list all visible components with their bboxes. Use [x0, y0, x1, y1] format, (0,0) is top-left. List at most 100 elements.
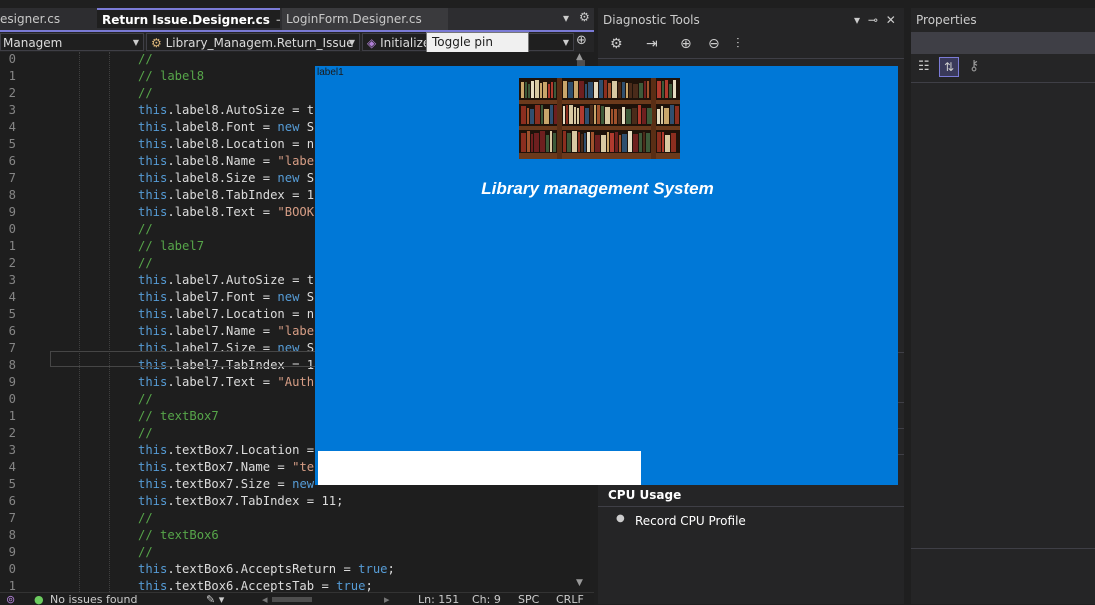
book-spine: [568, 82, 573, 98]
tab-designer[interactable]: esigner.cs: [0, 8, 94, 30]
code-line[interactable]: // textBox7: [138, 409, 219, 423]
code-line[interactable]: this.label7.Text = "Auth: [138, 375, 314, 389]
line-ending-indicator[interactable]: CRLF: [556, 594, 584, 605]
code-line[interactable]: this.label8.TabIndex = 1: [138, 188, 314, 202]
hscroll-right-icon[interactable]: ▸: [384, 594, 390, 605]
code-line[interactable]: this.textBox6.AcceptsTab = true;: [138, 579, 373, 592]
code-line[interactable]: this.label7.Location = n: [138, 307, 314, 321]
line-number: 8: [8, 528, 16, 542]
reset-zoom-icon[interactable]: ⫶: [736, 36, 740, 52]
line-number: 5: [8, 307, 16, 321]
cpu-usage-header[interactable]: CPU Usage: [598, 484, 904, 507]
brush-icon[interactable]: ✎ ▾: [206, 594, 224, 605]
properties-object-selector[interactable]: [911, 32, 1095, 54]
code-token: .textBox6.AcceptsTab =: [167, 579, 337, 592]
code-line[interactable]: // label8: [138, 69, 204, 83]
tab-overflow-icon[interactable]: ▾: [563, 11, 569, 25]
book-spine: [612, 81, 617, 98]
tab-loginform-designer[interactable]: LoginForm.Designer.cs: [282, 8, 448, 30]
record-cpu-profile-button[interactable]: ● Record CPU Profile: [598, 506, 904, 536]
line-number: 3: [8, 103, 16, 117]
code-line[interactable]: //: [138, 222, 153, 236]
class-combo[interactable]: ⚙ Library_Managem.Return_Issue ▼: [146, 33, 360, 51]
book-spine: [540, 83, 542, 98]
code-token: new: [277, 290, 300, 304]
code-line[interactable]: this.textBox7.Name = "te: [138, 460, 314, 474]
alphabetical-sort-icon[interactable]: ⇅: [939, 57, 959, 77]
zoom-in-icon[interactable]: ⊕: [680, 36, 692, 52]
git-icon[interactable]: ⊚: [6, 594, 15, 605]
code-line[interactable]: //: [138, 256, 153, 270]
code-token: .label8.Location = n: [167, 137, 315, 151]
code-token: //: [138, 256, 153, 270]
code-line[interactable]: this.textBox7.Location =: [138, 443, 321, 457]
code-token: .label8.AutoSize = t: [167, 103, 315, 117]
code-token: .textBox6.AcceptsReturn =: [167, 562, 359, 576]
code-line[interactable]: //: [138, 545, 153, 559]
code-line[interactable]: this.label8.Size = new S: [138, 171, 314, 185]
check-icon: ●: [34, 593, 44, 605]
code-line[interactable]: this.label8.Font = new S: [138, 120, 314, 134]
split-window-icon[interactable]: ⊕: [576, 33, 587, 48]
code-line[interactable]: this.label7.AutoSize = t: [138, 273, 314, 287]
gear-icon[interactable]: ⚙: [579, 10, 590, 24]
tab-return-issue-designer[interactable]: Return Issue.Designer.cs ⊸ ✕: [97, 8, 280, 28]
line-indicator[interactable]: Ln: 151: [418, 594, 459, 605]
properties-grid[interactable]: [911, 83, 1095, 549]
settings-icon[interactable]: ⚙: [610, 36, 623, 52]
line-number: 7: [8, 511, 16, 525]
tab-pin-close-icons[interactable]: ⊸ ✕: [276, 13, 280, 27]
project-combo-value: Managem: [3, 36, 63, 50]
code-line[interactable]: this.textBox7.Size = new: [138, 477, 314, 491]
code-line[interactable]: //: [138, 86, 153, 100]
code-line[interactable]: this.textBox6.AcceptsReturn = true;: [138, 562, 395, 576]
code-line[interactable]: this.label8.Location = n: [138, 137, 314, 151]
app-input-box[interactable]: [318, 451, 641, 485]
code-line[interactable]: // label7: [138, 239, 204, 253]
panel-window-icons[interactable]: ▾ ⊸ ✕: [854, 13, 898, 27]
column-indicator[interactable]: Ch: 9: [472, 594, 501, 605]
code-line[interactable]: this.label8.Name = "labe: [138, 154, 314, 168]
scroll-down-icon[interactable]: ▼: [576, 578, 583, 588]
code-line[interactable]: this.label8.Text = "BOOK: [138, 205, 314, 219]
code-token: .textBox7.TabIndex = 11;: [167, 494, 344, 508]
project-combo[interactable]: Managem ▼: [0, 33, 144, 51]
code-line[interactable]: this.label8.AutoSize = t: [138, 103, 314, 117]
zoom-out-icon[interactable]: ⊖: [708, 36, 720, 52]
line-number: 9: [8, 545, 16, 559]
book-spine: [642, 108, 646, 124]
property-pages-icon[interactable]: ⚷: [969, 58, 979, 74]
code-line[interactable]: this.label7.Name = "labe: [138, 324, 314, 338]
line-number: 3: [8, 443, 16, 457]
book-spine: [595, 135, 600, 152]
book-spine: [528, 84, 530, 98]
book-spine: [664, 108, 669, 124]
code-token: //: [138, 86, 153, 100]
code-line[interactable]: //: [138, 426, 153, 440]
book-spine: [601, 106, 604, 124]
book-spine: [580, 106, 584, 124]
code-line[interactable]: //: [138, 392, 153, 406]
code-line[interactable]: //: [138, 511, 153, 525]
code-line[interactable]: this.label7.Font = new S: [138, 290, 314, 304]
export-icon[interactable]: ⇥: [646, 36, 658, 52]
line-number: 4: [8, 120, 16, 134]
line-number: 2: [8, 256, 16, 270]
code-line[interactable]: // textBox6: [138, 528, 219, 542]
hscroll-left-icon[interactable]: ◂: [262, 594, 268, 605]
book-spine: [577, 108, 579, 124]
book-spine: [581, 134, 583, 152]
document-tab-strip: esigner.cs Return Issue.Designer.cs ⊸ ✕ L…: [0, 8, 594, 30]
scroll-up-icon[interactable]: ▲: [576, 52, 583, 62]
code-line[interactable]: this.textBox7.TabIndex = 11;: [138, 494, 343, 508]
book-spine: [662, 81, 664, 98]
spacing-indicator[interactable]: SPC: [518, 594, 539, 605]
issues-status[interactable]: No issues found: [50, 594, 137, 605]
code-line[interactable]: //: [138, 52, 153, 66]
hscroll-thumb[interactable]: [272, 597, 312, 602]
book-spine: [657, 81, 661, 98]
categorized-icon[interactable]: ☷: [918, 59, 930, 74]
book-spine: [543, 82, 547, 98]
code-token: true: [358, 562, 388, 576]
code-token: //: [138, 52, 153, 66]
